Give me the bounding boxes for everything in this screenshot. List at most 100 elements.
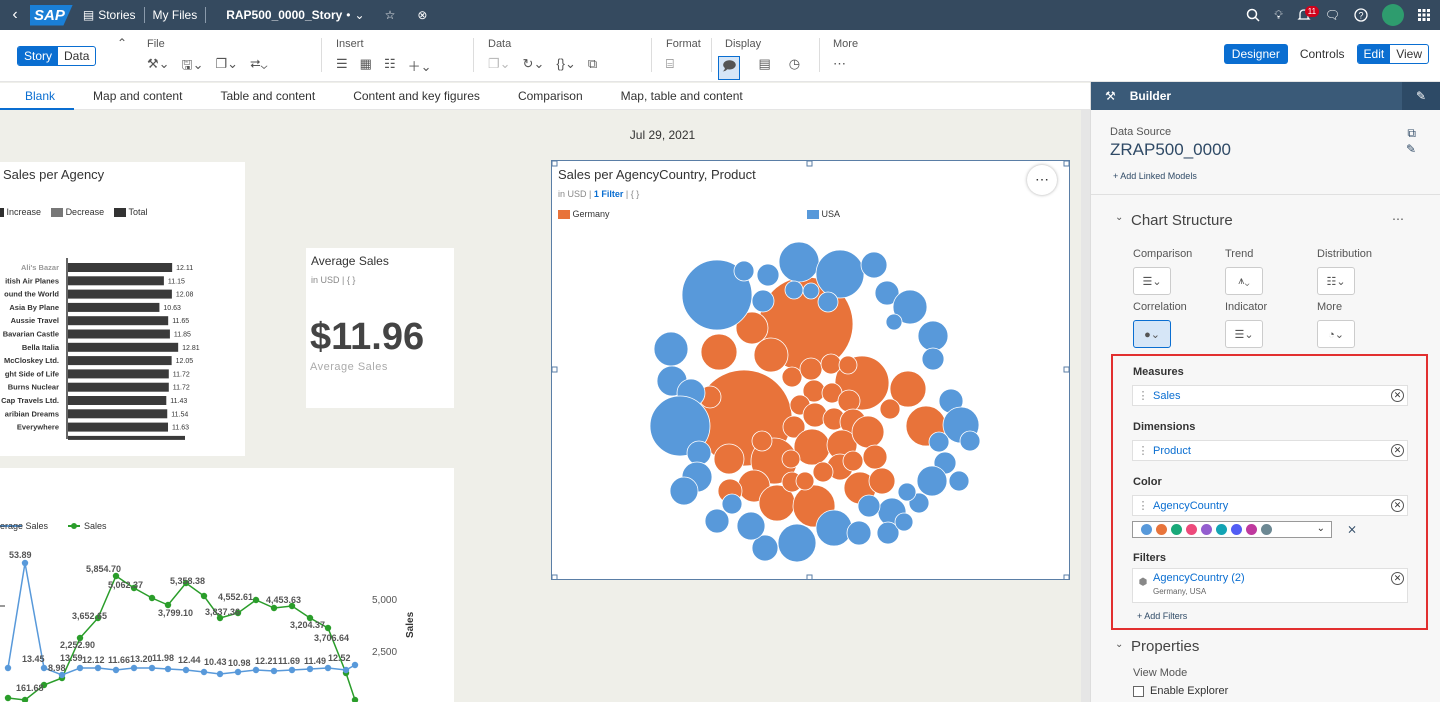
bubble-germany[interactable] (838, 355, 858, 375)
chevron-down-icon[interactable]: ⌄ (355, 8, 365, 22)
story-mode-button[interactable]: Story (18, 47, 59, 65)
bubble-usa[interactable] (885, 313, 903, 331)
bubble-usa[interactable] (846, 520, 872, 546)
resize-handle[interactable] (806, 161, 813, 167)
tab-map-and-content[interactable]: Map and content (74, 83, 201, 110)
remove-icon[interactable]: ✕ (1391, 389, 1404, 402)
bubble-usa[interactable] (704, 508, 730, 534)
tools-icon[interactable]: ⚒⌄ (147, 56, 170, 78)
avg-sales-point[interactable] (216, 670, 224, 678)
avg-sales-point[interactable] (306, 665, 314, 673)
agency-bar[interactable] (68, 356, 172, 366)
canvas-scrollbar[interactable] (1081, 110, 1090, 702)
bubble-usa[interactable] (802, 282, 820, 300)
bubble-usa[interactable] (948, 470, 970, 492)
insert-chart-icon[interactable]: ☰ (336, 56, 348, 75)
chart-type-indicator[interactable]: Indicator ☰⌄ (1225, 301, 1267, 348)
copy-icon[interactable]: ❐⌄ (216, 56, 239, 78)
chart-type-comparison[interactable]: Comparison ☰⌄ (1133, 248, 1192, 295)
avg-sales-point[interactable] (148, 664, 156, 672)
chevron-down-icon[interactable]: ⌄ (1115, 639, 1123, 650)
lightbulb-icon[interactable]: 💡︎ (1274, 8, 1282, 23)
user-avatar[interactable] (1382, 4, 1404, 26)
view-button[interactable]: View (1390, 45, 1428, 63)
avg-sales-point[interactable] (76, 664, 84, 672)
bubble-germany[interactable] (879, 398, 901, 420)
bubble-germany[interactable] (781, 366, 803, 388)
bubble-usa[interactable] (897, 482, 917, 502)
insert-input-control-icon[interactable]: ☷ (384, 56, 396, 75)
remove-icon[interactable]: ✕ (1391, 572, 1404, 585)
tab-table-and-content[interactable]: Table and content (201, 83, 334, 110)
drag-handle-icon[interactable]: ⋮ (1133, 389, 1153, 402)
bubble-germany[interactable] (820, 353, 842, 375)
measure-sales-field[interactable]: ⋮ Sales ✕ (1132, 385, 1408, 406)
chart-type-more[interactable]: More ◔⌄ (1317, 301, 1355, 348)
tab-comparison[interactable]: Comparison (499, 83, 602, 110)
format-icon[interactable]: ⌸ (666, 56, 674, 72)
bubble-usa[interactable] (959, 430, 981, 452)
avg-sales-point[interactable] (21, 559, 29, 567)
chart-structure-more-icon[interactable]: ⋯ (1392, 212, 1404, 226)
close-circle-icon[interactable]: ⊗ (417, 8, 427, 22)
palette-settings-icon[interactable]: ⨯ (1347, 522, 1357, 536)
avg-sales-point[interactable] (200, 668, 208, 676)
agency-bar[interactable] (68, 382, 169, 392)
bubble-usa[interactable] (916, 465, 948, 497)
bubble-usa[interactable] (857, 494, 881, 518)
comparison-chart-icon[interactable]: ☰⌄ (1133, 267, 1171, 295)
chart-type-distribution[interactable]: Distribution ☷⌄ (1317, 248, 1372, 295)
bubble-usa[interactable] (928, 431, 950, 453)
data-mode-button[interactable]: Data (58, 47, 95, 65)
distribution-chart-icon[interactable]: ☷⌄ (1317, 267, 1355, 295)
avg-sales-point[interactable] (182, 666, 190, 674)
agency-bar[interactable] (68, 276, 164, 286)
resize-handle[interactable] (552, 161, 558, 167)
color-palette-dropdown[interactable]: ⌄ (1132, 521, 1332, 538)
agency-bar[interactable] (68, 302, 160, 312)
tab-map-table-and-content[interactable]: Map, table and content (602, 83, 762, 110)
agency-bar[interactable] (68, 329, 170, 339)
story-canvas[interactable]: Jul 29, 2021 Sales per Agency Increase D… (0, 110, 1090, 702)
bubble-usa[interactable] (751, 289, 775, 313)
agency-bar[interactable] (68, 396, 167, 405)
bubble-usa[interactable] (721, 493, 743, 515)
share-icon[interactable]: ⮂⌄ (250, 56, 267, 78)
collapse-toolbar-icon[interactable]: ⌃ (117, 36, 127, 50)
chat-icon[interactable]: 🗨︎ (1325, 8, 1340, 22)
sales-point[interactable] (4, 694, 12, 702)
bubble-germany[interactable] (812, 461, 834, 483)
trend-chart-icon[interactable]: ⩚⌄ (1225, 267, 1263, 295)
bubble-usa[interactable] (653, 331, 689, 367)
sales-point[interactable] (252, 596, 260, 604)
chevron-down-icon[interactable]: ⌄ (1115, 212, 1123, 223)
story-name[interactable]: RAP500_0000_Story (226, 8, 342, 22)
avg-sales-point[interactable] (164, 665, 172, 673)
avg-sales-point[interactable] (288, 666, 296, 674)
chart-type-correlation[interactable]: Correlation ●⌄ (1133, 301, 1187, 348)
layout-icon[interactable]: ▤ (758, 56, 770, 80)
sales-point[interactable] (200, 592, 208, 600)
back-icon[interactable]: ‹ (0, 6, 30, 24)
avg-sales-point[interactable] (252, 666, 260, 674)
bubble-germany[interactable] (781, 449, 801, 469)
chart-type-trend[interactable]: Trend ⩚⌄ (1225, 248, 1263, 295)
data-view-icon[interactable]: ⧉ (588, 56, 597, 72)
resize-handle[interactable] (1063, 366, 1069, 373)
enable-explorer-option[interactable]: Enable Explorer (1133, 685, 1228, 697)
insert-add-icon[interactable]: ＋⌄ (408, 56, 432, 75)
avg-sales-point[interactable] (234, 668, 242, 676)
sales-line-chart-card[interactable]: erage Sales Sales 5,000 2,500 Sales 5,854.70 5… (0, 468, 454, 702)
refresh-icon[interactable]: ↻⌄ (523, 56, 545, 72)
designer-button[interactable]: Designer (1223, 44, 1288, 64)
filter-agencycountry-field[interactable]: ⬢ AgencyCountry (2) Germany, USA ✕ (1132, 568, 1408, 603)
bubble-germany[interactable] (799, 357, 823, 381)
drag-handle-icon[interactable]: ⋮ (1133, 499, 1153, 512)
grid-menu-icon[interactable] (1418, 9, 1430, 21)
bubble-germany[interactable] (751, 430, 773, 452)
sales-point[interactable] (324, 624, 332, 632)
avg-sales-point[interactable] (112, 666, 120, 674)
remove-icon[interactable]: ✕ (1391, 499, 1404, 512)
more-icon[interactable]: ⋯ (833, 56, 846, 72)
bubble-germany[interactable] (851, 415, 885, 449)
